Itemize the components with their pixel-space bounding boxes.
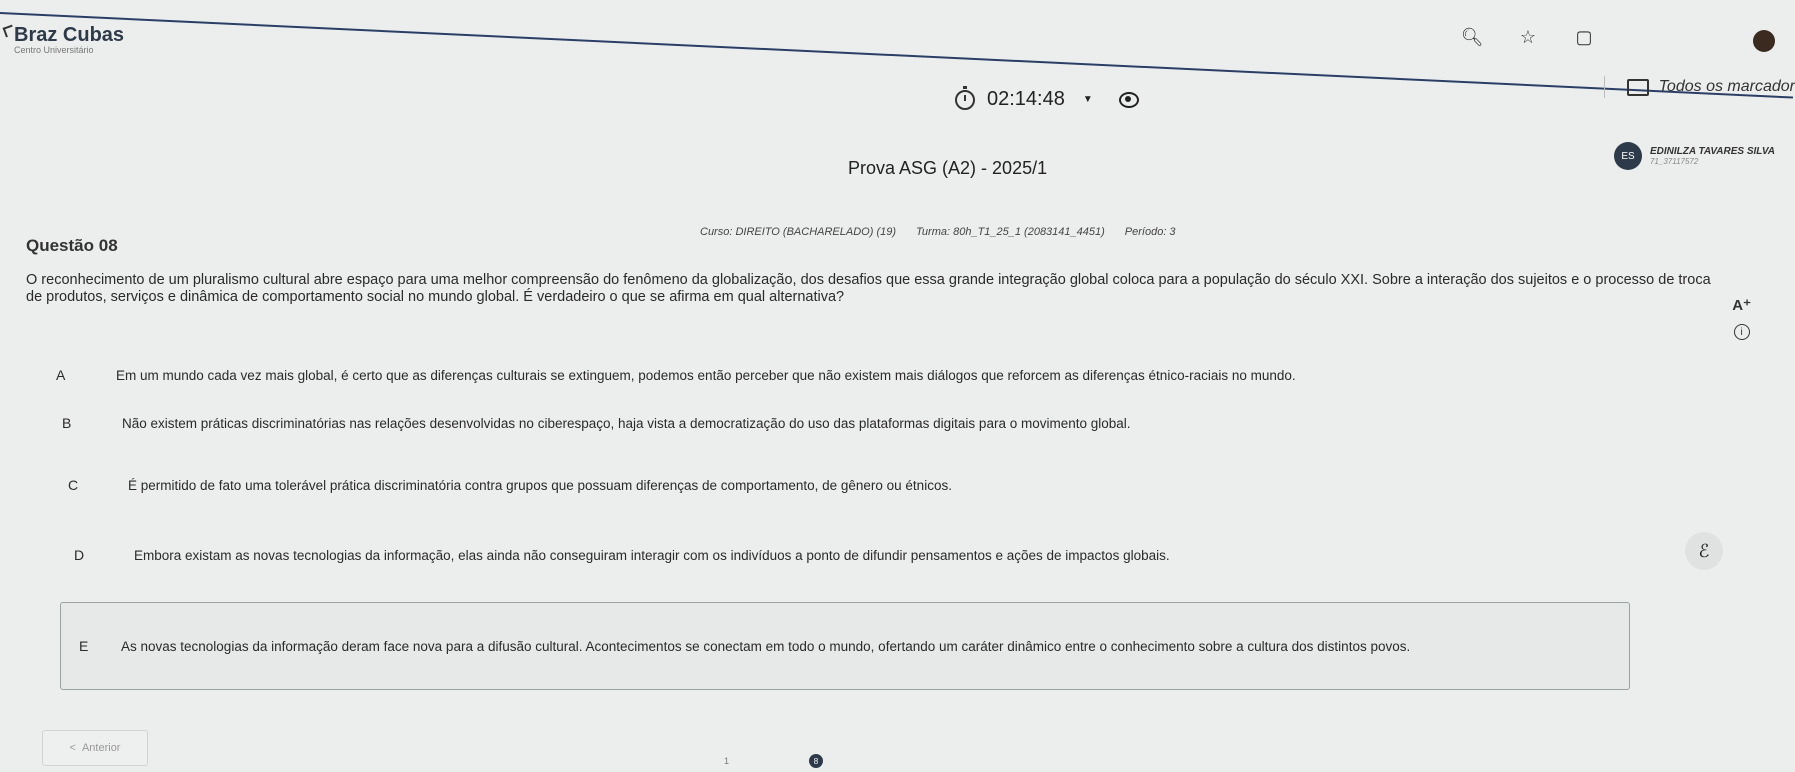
question-pager: 1 8 [724, 754, 824, 768]
exam-page: Braz Cubas Centro Universitário 🔍︎ ☆ ▢ T… [0, 0, 1795, 772]
question-number: Questão 08 [26, 236, 118, 255]
previous-button[interactable]: < Anterior [42, 730, 148, 766]
folder-icon [1626, 78, 1649, 96]
option-letter: E [79, 638, 89, 654]
timer-value: 02:14:48 [987, 88, 1065, 110]
profile-icon[interactable] [1753, 30, 1775, 52]
option-letter: A [56, 367, 66, 383]
avatar: ES [1613, 142, 1642, 170]
previous-label: Anterior [81, 742, 121, 754]
option-text: Não existem práticas discriminatórias na… [122, 415, 1131, 431]
bookmarks-label: Todos os marcador [1658, 78, 1795, 95]
chevron-left-icon: < [69, 742, 76, 754]
user-id: 71_37117572 [1649, 157, 1699, 166]
bookmarks-separator [1603, 76, 1605, 98]
bookmarks-bar[interactable]: Todos os marcador [1603, 76, 1795, 98]
star-icon[interactable]: ☆ [1517, 26, 1539, 48]
option-a[interactable]: A Em um mundo cada vez mais global, é ce… [56, 360, 1706, 390]
brand-logo[interactable]: Braz Cubas Centro Universitário [2, 24, 125, 55]
user-profile[interactable]: ES EDINILZA TAVARES SILVA 71_37117572 [1613, 142, 1775, 170]
option-e[interactable]: E As novas tecnologias da informação der… [60, 602, 1630, 690]
stopwatch-icon [955, 85, 975, 110]
help-icon[interactable]: ℰ [1685, 532, 1723, 570]
user-name: EDINILZA TAVARES SILVA [1649, 146, 1775, 157]
page-title: Prova ASG (A2) - 2025/1 [848, 158, 1048, 178]
option-text: É permitido de fato uma tolerável prátic… [128, 477, 952, 493]
chevron-down-icon[interactable]: ▼ [1083, 94, 1093, 105]
option-c[interactable]: C É permitido de fato uma tolerável prát… [68, 470, 1698, 500]
option-text: As novas tecnologias da informação deram… [121, 638, 1411, 654]
exam-meta: Curso: DIREITO (BACHARELADO) (19) Turma:… [700, 226, 1176, 238]
brand-name: Braz Cubas [14, 24, 125, 46]
browser-top-divider [0, 12, 1794, 99]
option-b[interactable]: B Não existem práticas discriminatórias … [62, 408, 1702, 438]
info-icon[interactable]: i [1733, 324, 1750, 340]
period-info: Período: 3 [1124, 226, 1176, 238]
option-text: Em um mundo cada vez mais global, é cert… [116, 367, 1296, 383]
question-statement: O reconhecimento de um pluralismo cultur… [26, 272, 1711, 305]
option-letter: D [74, 547, 85, 563]
course-info: Curso: DIREITO (BACHARELADO) (19) [700, 226, 897, 238]
accessibility-tools: A⁺ i [1732, 296, 1751, 340]
option-text: Embora existam as novas tecnologias da i… [134, 547, 1170, 563]
pager-item[interactable]: 1 [724, 756, 729, 766]
exam-timer[interactable]: 02:14:48 ▼ [955, 85, 1139, 111]
option-letter: C [68, 477, 79, 493]
search-icon[interactable]: 🔍︎ [1461, 26, 1484, 48]
pager-current[interactable]: 8 [809, 754, 824, 768]
option-d[interactable]: D Embora existam as novas tecnologias da… [74, 540, 1674, 570]
eye-icon[interactable] [1118, 91, 1139, 108]
extension-icon[interactable]: ▢ [1573, 26, 1595, 48]
font-size-icon[interactable]: A⁺ [1732, 296, 1751, 314]
browser-toolbar: 🔍︎ ☆ ▢ [1461, 26, 1595, 48]
option-letter: B [62, 415, 72, 431]
class-info: Turma: 80h_T1_25_1 (2083141_4451) [916, 226, 1105, 238]
